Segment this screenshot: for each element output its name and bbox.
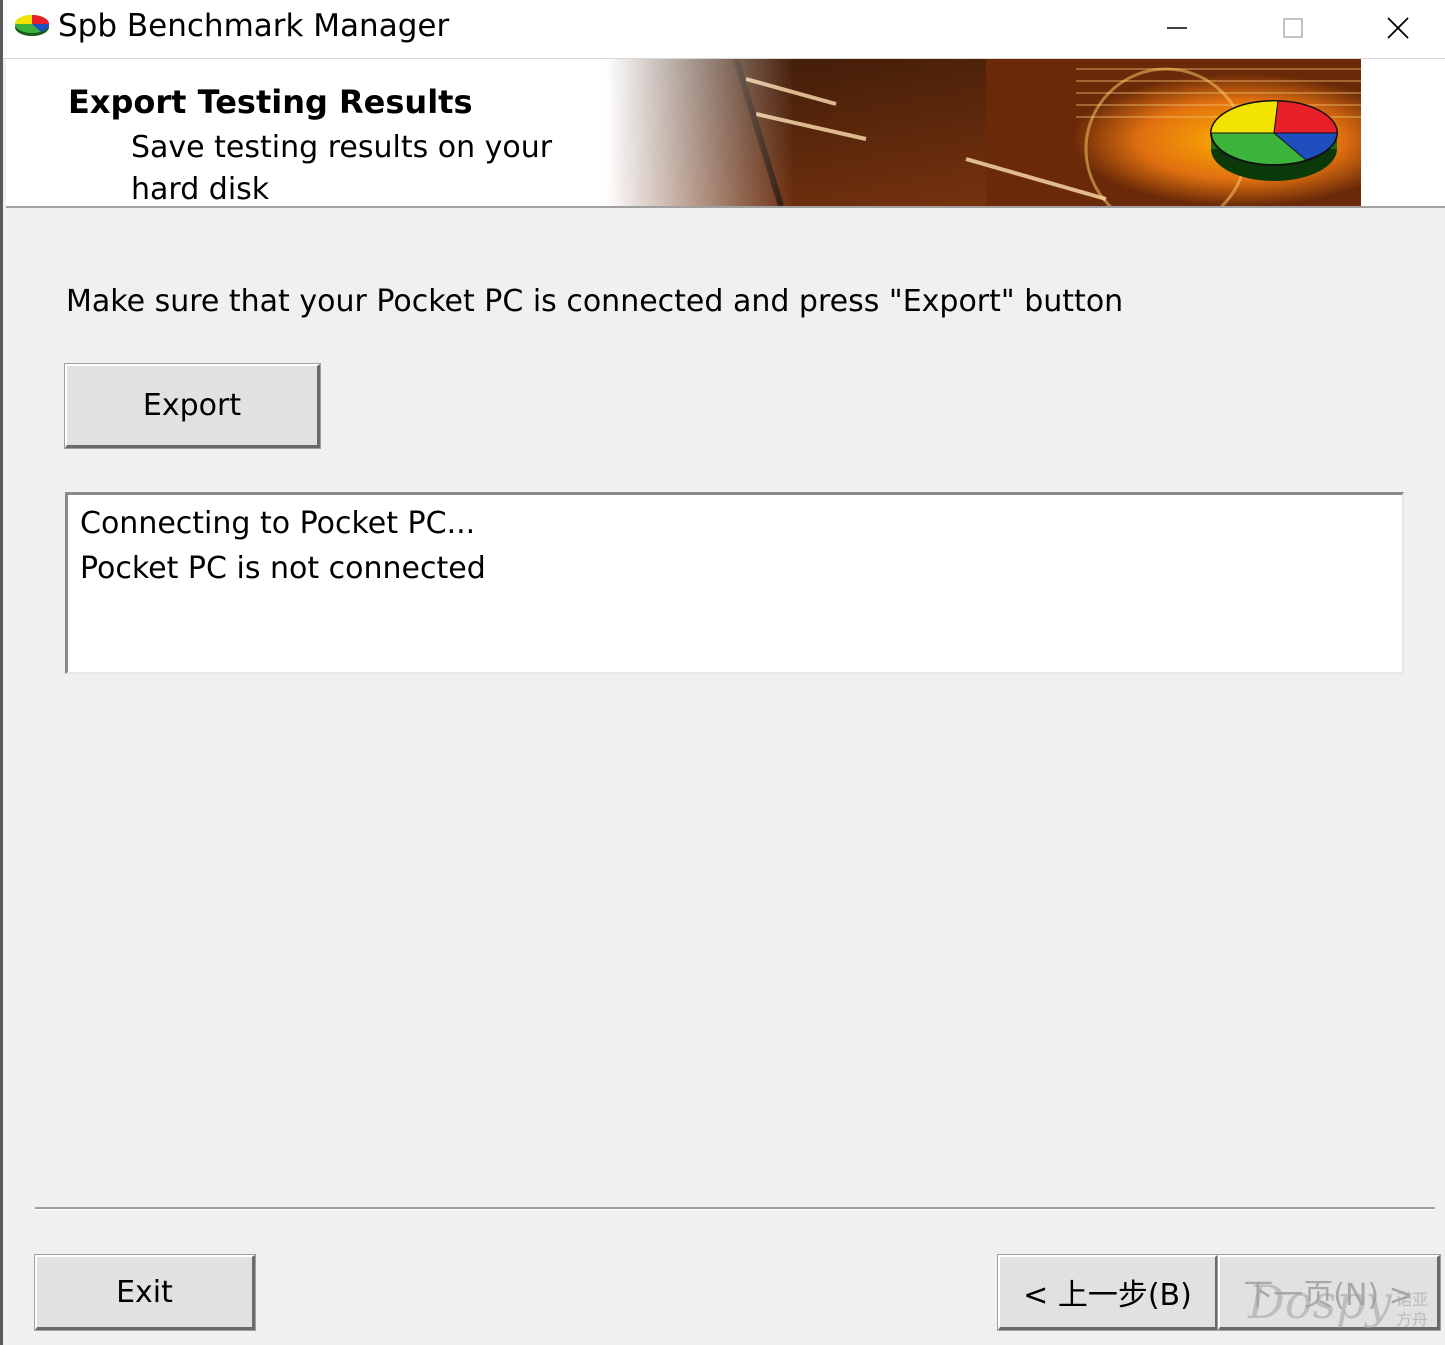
maximize-button[interactable] bbox=[1235, 0, 1351, 56]
page-title: Export Testing Results bbox=[68, 83, 473, 121]
status-log[interactable]: Connecting to Pocket PC... Pocket PC is … bbox=[65, 492, 1404, 674]
log-line: Connecting to Pocket PC... bbox=[80, 506, 476, 541]
exit-button[interactable]: Exit bbox=[34, 1254, 256, 1331]
window-title: Spb Benchmark Manager bbox=[58, 8, 450, 44]
app-window: Spb Benchmark Manager Export Testing Res… bbox=[0, 0, 1445, 1345]
minimize-icon bbox=[1167, 27, 1187, 29]
page-subtitle: Save testing results on your hard disk bbox=[131, 130, 553, 207]
log-line: Pocket PC is not connected bbox=[80, 551, 486, 586]
banner-image bbox=[606, 59, 1361, 206]
pie-logo bbox=[1210, 100, 1338, 181]
export-button[interactable]: Export bbox=[64, 363, 321, 449]
wizard-header: Export Testing Results Save testing resu… bbox=[6, 59, 1445, 208]
close-button[interactable] bbox=[1350, 0, 1445, 56]
title-bar[interactable]: Spb Benchmark Manager bbox=[3, 0, 1445, 59]
watermark-subtext: 诺亚方舟 bbox=[1396, 1290, 1429, 1329]
instruction-text: Make sure that your Pocket PC is connect… bbox=[66, 284, 1124, 319]
footer-divider bbox=[35, 1207, 1435, 1210]
close-icon bbox=[1386, 17, 1409, 39]
minimize-button[interactable] bbox=[1119, 0, 1235, 56]
maximize-icon bbox=[1283, 18, 1303, 38]
back-button[interactable]: < 上一步(B) bbox=[997, 1254, 1219, 1331]
pie-chart-app-icon bbox=[15, 15, 50, 36]
